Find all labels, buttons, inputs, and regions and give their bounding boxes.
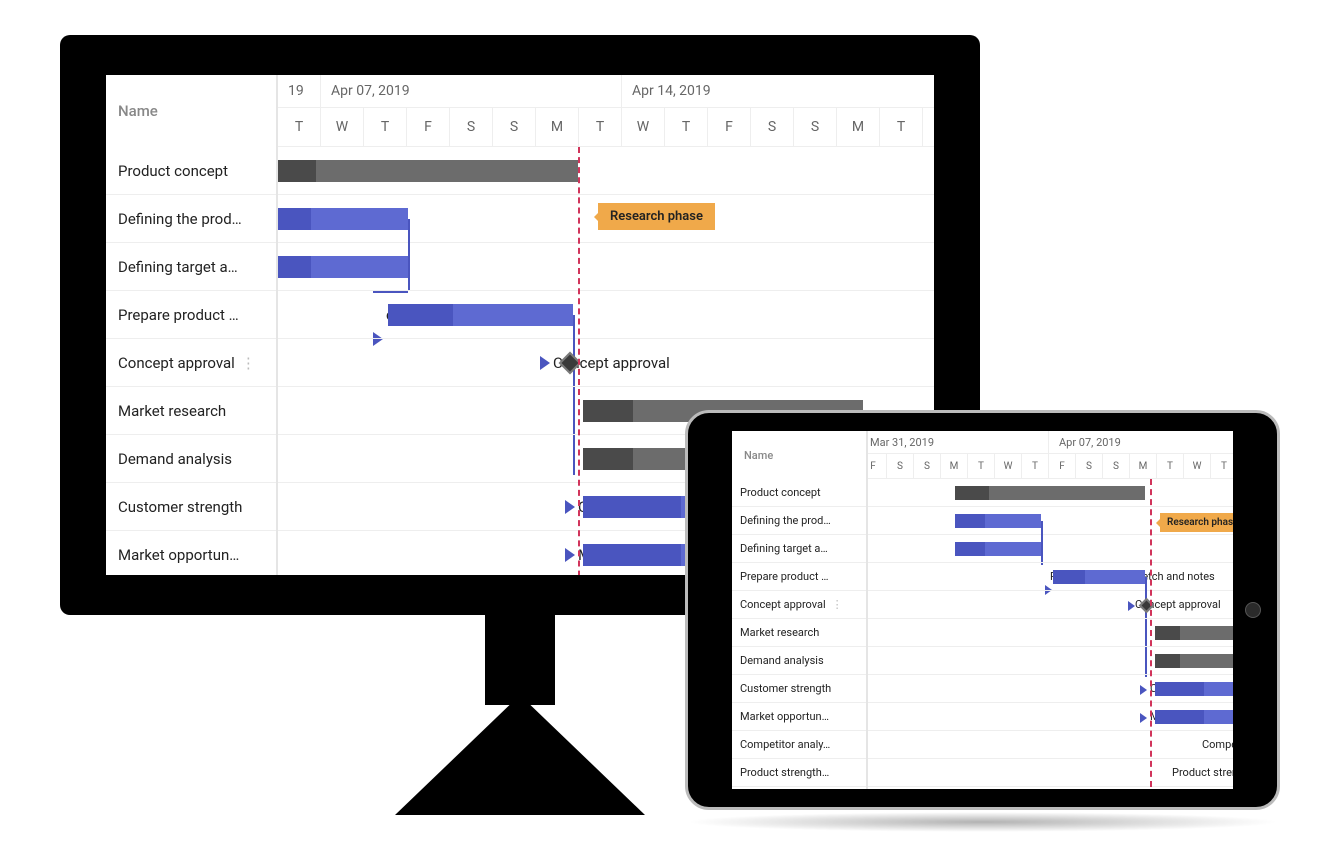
task-row[interactable]: Demand analysis: [732, 647, 866, 675]
day-header-cell: F: [708, 107, 751, 147]
day-header-cell: T: [665, 107, 708, 147]
day-header-cell: M: [1130, 453, 1157, 479]
gantt-chart-tablet[interactable]: Name Product concept Defining the prod… …: [732, 431, 1233, 789]
day-header-cell: T: [1157, 453, 1184, 479]
summary-bar[interactable]: [1155, 626, 1233, 640]
gantt-row: Market opportunity analysis: [868, 703, 1233, 731]
task-row[interactable]: Customer strength: [732, 675, 866, 703]
day-header-cell: M: [536, 107, 579, 147]
task-row[interactable]: Market research: [732, 619, 866, 647]
task-row[interactable]: Concept approval: [732, 591, 866, 619]
task-bar[interactable]: [388, 304, 573, 326]
gantt-row: Prepare product sketch and notes: [868, 563, 1233, 591]
task-row[interactable]: Product concept: [106, 147, 276, 195]
gantt-row: Product concept: [868, 479, 1233, 507]
day-header-cell: W: [923, 107, 934, 147]
gantt-row: Competi: [868, 731, 1233, 759]
task-row[interactable]: Defining target a…: [732, 535, 866, 563]
annotation-badge[interactable]: Research phase: [1160, 513, 1233, 532]
task-row[interactable]: Product strength…: [732, 759, 866, 787]
date-header-cell: Apr 07, 2019: [1049, 431, 1233, 453]
day-header-cell: S: [914, 453, 941, 479]
day-header-cell: T: [1022, 453, 1049, 479]
gantt-row: Concept approval: [868, 591, 1233, 619]
summary-bar[interactable]: [278, 160, 578, 182]
task-bar-label: Product streng: [1172, 759, 1233, 787]
task-row[interactable]: Market opportun…: [106, 531, 276, 575]
day-header-cell: S: [493, 107, 536, 147]
day-header-cell: F: [1049, 453, 1076, 479]
gantt-row: Demand analysis: [868, 647, 1233, 675]
gantt-row: g target audience: [868, 535, 1233, 563]
date-header-cell: Mar 31, 2019: [868, 431, 1049, 453]
day-header-cell: T: [278, 107, 321, 147]
day-header-cell: S: [751, 107, 794, 147]
gantt-timeline[interactable]: Mar 31, 2019Apr 07, 2019 FSSMTWTFSSMTWT …: [868, 431, 1233, 789]
tablet-screen: Name Product concept Defining the prod… …: [732, 431, 1233, 789]
day-header-cell: T: [1211, 453, 1233, 479]
day-header-cell: W: [995, 453, 1022, 479]
day-header-cell: M: [941, 453, 968, 479]
gantt-row: Product streng: [868, 759, 1233, 787]
task-bar[interactable]: [955, 542, 1041, 556]
date-header-cell: Apr 14, 2019: [622, 75, 934, 107]
day-header-cell: T: [579, 107, 622, 147]
gantt-row: Concept approval: [278, 339, 934, 387]
task-row[interactable]: Concept approval: [106, 339, 276, 387]
task-row[interactable]: Customer strength: [106, 483, 276, 531]
tablet-shadow: [685, 812, 1280, 832]
task-row[interactable]: Product concept: [732, 479, 866, 507]
day-header-cell: S: [450, 107, 493, 147]
day-header-cell: F: [868, 453, 887, 479]
column-header-name: Name: [732, 431, 866, 479]
task-row[interactable]: Prepare product …: [732, 563, 866, 591]
gantt-row: [278, 147, 934, 195]
gantt-side-column: Name Product concept Defining the prod… …: [732, 431, 868, 789]
gantt-row: ch and notes: [278, 291, 934, 339]
day-header-cell: S: [794, 107, 837, 147]
day-header-cell: S: [1103, 453, 1130, 479]
task-row[interactable]: Competitor analy…: [732, 731, 866, 759]
summary-bar[interactable]: [955, 486, 1145, 500]
day-header-cell: F: [407, 107, 450, 147]
task-bar[interactable]: [955, 514, 1041, 528]
today-line: [578, 147, 580, 575]
day-header-cell: T: [968, 453, 995, 479]
gantt-row: Customer strength: [868, 675, 1233, 703]
task-row[interactable]: Defining target a…: [106, 243, 276, 291]
date-header-cell: 19: [278, 75, 321, 107]
day-header-cell: T: [364, 107, 407, 147]
day-header-cell: M: [837, 107, 880, 147]
column-header-name: Name: [106, 75, 276, 147]
task-row[interactable]: Market opportun…: [732, 703, 866, 731]
task-bar[interactable]: [278, 256, 408, 278]
task-bar[interactable]: [1053, 570, 1145, 584]
tablet-home-button[interactable]: [1245, 602, 1261, 618]
gantt-row: Market research: [868, 619, 1233, 647]
monitor-stand: [485, 615, 555, 705]
annotation-badge[interactable]: Research phase: [598, 203, 715, 230]
day-header-cell: W: [622, 107, 665, 147]
gantt-side-column: Name Product concept Defining the prod… …: [106, 75, 278, 575]
task-bar[interactable]: [278, 208, 408, 230]
day-header-cell: T: [880, 107, 923, 147]
day-header-cell: S: [887, 453, 914, 479]
task-row[interactable]: Prepare product …: [106, 291, 276, 339]
task-row[interactable]: Defining the prod…: [106, 195, 276, 243]
task-row[interactable]: Defining the prod…: [732, 507, 866, 535]
task-bar[interactable]: [1155, 710, 1233, 724]
task-bar[interactable]: [1155, 654, 1233, 668]
task-row[interactable]: Market research: [106, 387, 276, 435]
day-header-cell: S: [1076, 453, 1103, 479]
tablet-frame: Name Product concept Defining the prod… …: [685, 410, 1280, 810]
task-row[interactable]: Demand analysis: [106, 435, 276, 483]
day-header-cell: W: [321, 107, 364, 147]
task-bar-label: Competi: [1202, 731, 1233, 759]
task-bar[interactable]: [1155, 682, 1233, 696]
monitor-base: [395, 695, 645, 815]
day-header-cell: W: [1184, 453, 1211, 479]
gantt-row: [278, 243, 934, 291]
date-header-cell: Apr 07, 2019: [321, 75, 622, 107]
